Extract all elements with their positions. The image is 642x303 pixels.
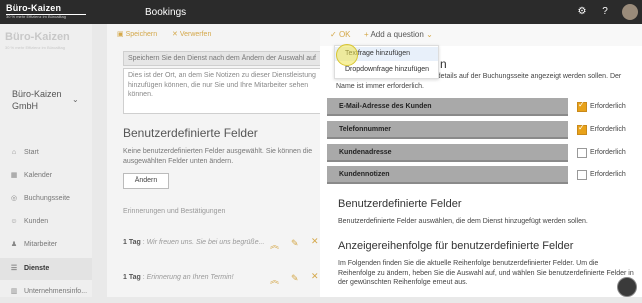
question-icon[interactable]: ?	[599, 6, 611, 18]
notes-textarea[interactable]: Dies ist der Ort, an dem Sie Notizen zu …	[123, 68, 321, 114]
close-icon: ✕	[172, 31, 178, 38]
required-checkbox-email[interactable]	[577, 100, 587, 112]
save-hint-bar: Speichern Sie den Dienst nach dem Ändern…	[123, 51, 323, 66]
required-label: Erforderlich	[590, 103, 626, 110]
pencil-icon[interactable]: ✎	[291, 238, 299, 249]
reminder-when: 1 Tag	[123, 274, 141, 281]
avatar[interactable]	[617, 277, 637, 297]
custom-fields-section-text: Benutzerdefinierte Felder auswählen, die…	[338, 218, 588, 225]
reminder-text: Erinnerung an Ihren Termin!	[146, 274, 234, 281]
sidebar-brand-tagline: 30 % mehr Effizienz im Büroalltag	[5, 45, 65, 50]
company-name[interactable]: Büro-Kaizen GmbH	[12, 88, 72, 112]
chevron-down-icon[interactable]: ⌄	[72, 95, 79, 104]
order-section-heading: Anzeigereihenfolge für benutzerdefiniert…	[338, 240, 574, 252]
required-label: Erforderlich	[590, 171, 626, 178]
sidebar-item-kunden[interactable]: ☺ Kunden	[0, 211, 92, 233]
add-question-button[interactable]: + Add a question ⌄	[364, 30, 433, 39]
order-section-text: Im Folgenden finden Sie die aktuelle Rei…	[338, 260, 634, 286]
check-icon: ✓	[330, 30, 337, 39]
sidebar-item-label: Dienste	[24, 265, 50, 272]
cursor-highlight	[336, 44, 358, 66]
discard-label: Verwerfen	[179, 31, 212, 38]
sidebar-item-label: Kalender	[24, 172, 53, 179]
sidebar-item-unternehmensinfo[interactable]: ▥ Unternehmensinfo...	[0, 281, 92, 303]
custom-fields-text: Keine benutzerdefinierten Felder ausgewä…	[123, 148, 313, 165]
sidebar-item-label: Kunden	[24, 218, 49, 225]
app-title: Bookings	[145, 7, 187, 18]
gear-icon[interactable]: ⚙	[576, 6, 588, 18]
sidebar-item-kalender[interactable]: ▦ Kalender	[0, 165, 92, 187]
chevron-down-icon: ⌄	[426, 30, 433, 39]
reminder-row[interactable]: 1 Tag : Wir freuen uns. Sie bei uns begr…	[123, 239, 318, 246]
person-icon: ♟	[10, 241, 18, 248]
reminder-row[interactable]: 1 Tag : Erinnerung an Ihren Termin!	[123, 274, 318, 281]
panel-heading: n	[440, 57, 447, 71]
pencil-icon[interactable]: ✎	[291, 273, 299, 284]
ok-label: OK	[338, 30, 351, 39]
sidebar-item-buchungsseite[interactable]: ◎ Buchungsseite	[0, 188, 92, 210]
save-icon: ▣	[117, 31, 124, 38]
sidebar-item-dienste[interactable]: ☰ Dienste	[0, 258, 92, 280]
logo-title: Büro-Kaizen	[6, 3, 62, 13]
chevron-double-up-icon[interactable]: ︽	[270, 238, 279, 251]
list-icon: ☰	[10, 265, 18, 272]
chevron-double-up-icon[interactable]: ︽	[270, 273, 279, 286]
close-icon[interactable]: ✕	[311, 271, 319, 282]
sidebar-item-mitarbeiter[interactable]: ♟ Mitarbeiter	[0, 234, 92, 256]
sidebar-item-label: Mitarbeiter	[24, 241, 58, 248]
save-label: Speichern	[125, 31, 158, 38]
add-question-label: Add a question	[370, 30, 424, 39]
ok-button[interactable]: ✓ OK	[330, 30, 351, 39]
required-checkbox-phone[interactable]	[577, 123, 587, 135]
sidebar-item-label: Start	[24, 149, 39, 156]
reminder-text: Wir freuen uns. Sie bei uns begrüße...	[146, 239, 265, 246]
globe-icon: ◎	[10, 195, 18, 202]
custom-fields-heading: Benutzerdefinierte Felder	[123, 126, 258, 140]
required-label: Erforderlich	[590, 149, 626, 156]
plus-icon: +	[364, 30, 369, 39]
required-label: Erforderlich	[590, 126, 626, 133]
required-checkbox-notes[interactable]	[577, 170, 587, 180]
custom-fields-section-heading: Benutzerdefinierte Felder	[338, 198, 462, 210]
people-icon: ☺	[10, 218, 18, 225]
close-icon[interactable]: ✕	[311, 236, 319, 247]
sidebar-brand: Büro-Kaizen	[5, 31, 70, 43]
building-icon: ▥	[10, 288, 18, 295]
field-row-phone: Telefonnummer	[327, 121, 568, 139]
field-row-notes: Kundennotizen	[327, 166, 568, 184]
logo-underline	[6, 14, 86, 15]
calendar-icon: ▦	[10, 172, 18, 179]
sidebar-item-label: Unternehmensinfo...	[24, 288, 88, 295]
sidebar-item-label: Buchungsseite	[24, 195, 70, 202]
app-logo[interactable]: Büro-Kaizen 30 % mehr Effizienz im Büroa…	[6, 3, 86, 19]
reminder-when: 1 Tag	[123, 239, 141, 246]
toolbar: ▣ Speichern ✕ Verwerfen	[107, 24, 320, 46]
discard-button[interactable]: ✕ Verwerfen	[172, 30, 211, 38]
save-button[interactable]: ▣ Speichern	[117, 30, 157, 38]
field-row-email: E-Mail-Adresse des Kunden	[327, 98, 568, 116]
required-checkbox-address[interactable]	[577, 148, 587, 158]
home-icon: ⌂	[11, 149, 17, 156]
change-button[interactable]: Ändern	[123, 173, 169, 189]
avatar[interactable]	[622, 4, 638, 20]
field-row-address: Kundenadresse	[327, 144, 568, 162]
top-bar: Büro-Kaizen 30 % mehr Effizienz im Büroa…	[0, 0, 642, 24]
sidebar-item-start[interactable]: ⌂ Start	[0, 142, 92, 164]
reminders-heading: Erinnerungen und Bestätigungen	[123, 208, 226, 215]
panel-toolbar: ✓ OK + Add a question ⌄	[320, 24, 642, 46]
